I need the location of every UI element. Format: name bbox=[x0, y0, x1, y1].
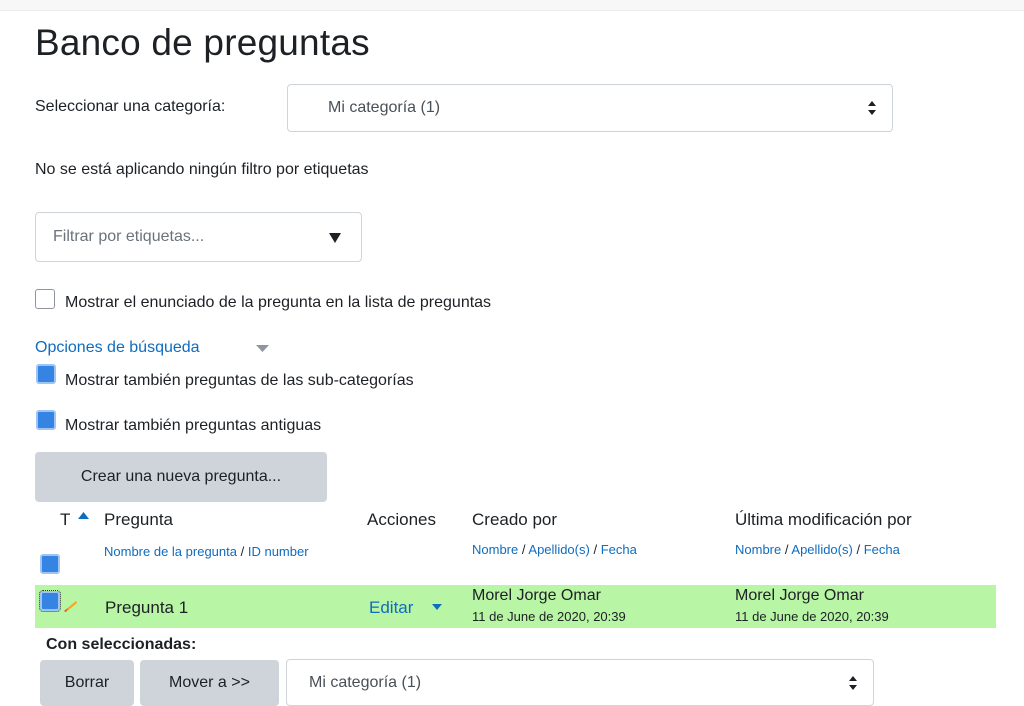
actions-header: Acciones bbox=[367, 510, 436, 529]
question-sort-links: Nombre de la pregunta / ID number bbox=[104, 542, 334, 561]
tag-filter-placeholder: Filtrar por etiquetas... bbox=[53, 228, 205, 245]
sort-separator: / bbox=[593, 542, 598, 557]
category-select-label: Seleccionar una categoría: bbox=[35, 98, 226, 115]
caret-down-icon[interactable] bbox=[432, 604, 442, 610]
created-sort-surname-link[interactable]: Apellido(s) bbox=[528, 542, 589, 557]
row-select-checkbox[interactable] bbox=[39, 590, 61, 612]
created-sort-name-link[interactable]: Nombre bbox=[472, 542, 518, 557]
select-arrows-icon bbox=[868, 101, 876, 115]
question-header: Pregunta bbox=[104, 510, 173, 529]
created-by-header: Creado por bbox=[472, 510, 558, 529]
modified-sort-surname-link[interactable]: Apellido(s) bbox=[791, 542, 852, 557]
with-selected-label: Con seleccionadas: bbox=[46, 636, 197, 653]
move-to-button[interactable]: Mover a >> bbox=[140, 660, 279, 706]
select-all-checkbox[interactable] bbox=[40, 554, 60, 574]
created-date: 11 de June de 2020, 20:39 bbox=[472, 609, 626, 624]
question-name: Pregunta 1 bbox=[105, 598, 189, 617]
delete-button[interactable]: Borrar bbox=[40, 660, 134, 706]
sort-separator: / bbox=[856, 542, 861, 557]
sort-separator: / bbox=[240, 544, 245, 559]
sort-separator: / bbox=[521, 542, 526, 557]
sort-separator: / bbox=[784, 542, 789, 557]
show-question-text-checkbox[interactable] bbox=[35, 289, 55, 309]
show-old-label: Mostrar también preguntas antiguas bbox=[65, 417, 322, 434]
create-question-button[interactable]: Crear una nueva pregunta... bbox=[35, 452, 327, 502]
table-row: Pregunta 1 Editar Morel Jorge Omar 11 de… bbox=[35, 585, 996, 628]
created-by-sort-links: Nombre / Apellido(s) / Fecha bbox=[472, 542, 637, 557]
show-old-checkbox[interactable] bbox=[36, 410, 56, 430]
show-subcategories-label: Mostrar también preguntas de las sub-cat… bbox=[65, 372, 414, 389]
move-category-value: Mi categoría (1) bbox=[309, 673, 422, 691]
question-type-icon bbox=[64, 601, 77, 612]
chevron-down-icon[interactable] bbox=[256, 345, 269, 353]
top-bar-edge bbox=[0, 0, 1024, 11]
show-subcategories-checkbox[interactable] bbox=[36, 364, 56, 384]
edit-menu[interactable]: Editar bbox=[369, 598, 413, 618]
modified-by-sort-links: Nombre / Apellido(s) / Fecha bbox=[735, 542, 900, 557]
dropdown-triangle-icon[interactable] bbox=[329, 233, 341, 243]
search-options-toggle[interactable]: Opciones de búsqueda bbox=[35, 339, 200, 357]
sort-by-id-link[interactable]: ID number bbox=[248, 544, 309, 559]
category-select-value: Mi categoría (1) bbox=[328, 99, 441, 116]
move-category-select[interactable]: Mi categoría (1) bbox=[286, 659, 874, 706]
modified-sort-name-link[interactable]: Nombre bbox=[735, 542, 781, 557]
created-sort-date-link[interactable]: Fecha bbox=[601, 542, 637, 557]
sort-by-name-link[interactable]: Nombre de la pregunta bbox=[104, 544, 237, 559]
type-sort-header[interactable]: T bbox=[60, 510, 70, 530]
modified-date: 11 de June de 2020, 20:39 bbox=[735, 609, 889, 624]
modified-by-name: Morel Jorge Omar bbox=[735, 587, 864, 604]
page-title: Banco de preguntas bbox=[35, 22, 370, 63]
category-select[interactable]: Mi categoría (1) bbox=[287, 84, 893, 132]
last-modified-header: Última modificación por bbox=[735, 510, 912, 529]
sort-ascending-icon bbox=[78, 512, 89, 519]
tag-filter-status: No se está aplicando ningún filtro por e… bbox=[35, 161, 369, 178]
select-arrows-icon bbox=[849, 675, 857, 690]
created-by-name: Morel Jorge Omar bbox=[472, 587, 601, 604]
tag-filter-input[interactable]: Filtrar por etiquetas... bbox=[35, 212, 362, 262]
modified-sort-date-link[interactable]: Fecha bbox=[864, 542, 900, 557]
show-question-text-label: Mostrar el enunciado de la pregunta en l… bbox=[65, 294, 492, 311]
